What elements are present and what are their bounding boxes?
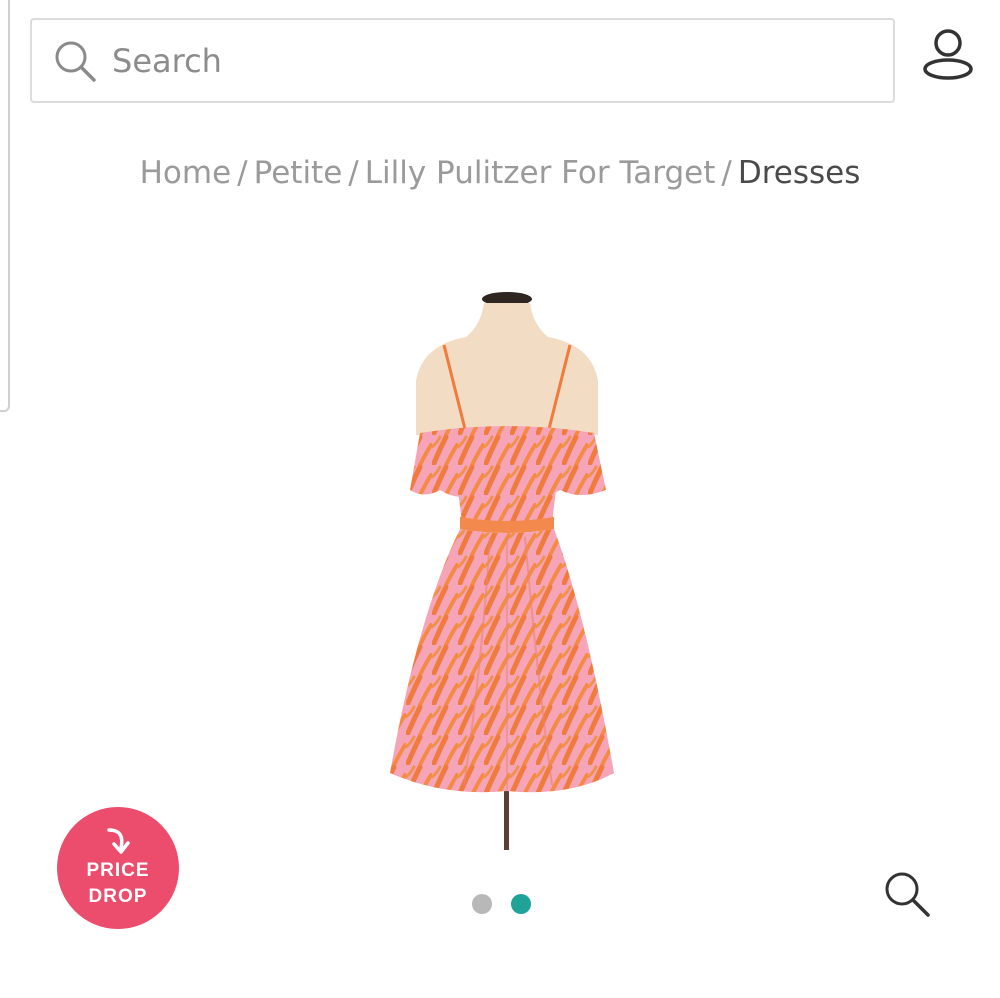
breadcrumb-petite[interactable]: Petite [254, 155, 343, 191]
breadcrumb-brand[interactable]: Lilly Pulitzer For Target [365, 155, 716, 191]
breadcrumb-home[interactable]: Home [140, 155, 232, 191]
curved-arrow-down-icon [107, 828, 130, 854]
breadcrumb: Home / Petite / Lilly Pulitzer For Target / Dr… [0, 155, 1000, 191]
price-drop-line1: PRICE [86, 860, 150, 881]
breadcrumb-current: Dresses [737, 155, 861, 191]
price-drop-line2: DROP [88, 886, 148, 907]
price-drop-badge: PRICE DROP [57, 807, 179, 929]
carousel-dot-2-active[interactable] [511, 894, 531, 914]
breadcrumb-separator: / [237, 155, 248, 191]
breadcrumb-separator: / [721, 155, 732, 191]
user-icon[interactable] [918, 24, 978, 84]
breadcrumb-separator: / [348, 155, 359, 191]
magnifier-icon[interactable] [882, 869, 932, 919]
search-input[interactable] [112, 41, 812, 80]
product-image[interactable] [380, 285, 630, 850]
carousel-indicator [472, 894, 531, 914]
carousel-dot-1[interactable] [472, 894, 492, 914]
side-drawer-edge[interactable] [0, 0, 10, 412]
search-bar[interactable] [30, 18, 895, 103]
search-icon [55, 41, 96, 82]
